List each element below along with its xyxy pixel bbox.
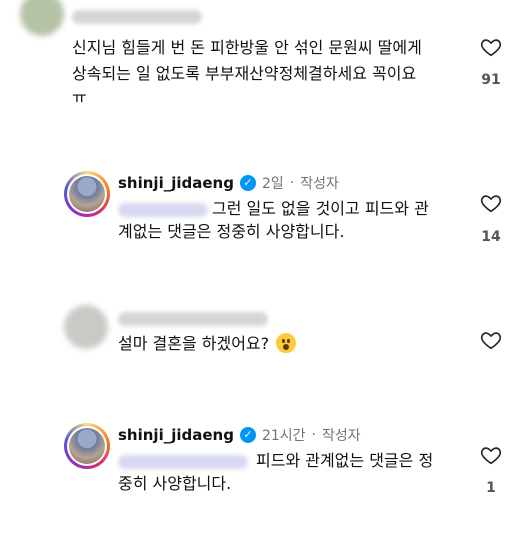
comment-text-line: 중히 사양합니다. [118,474,232,493]
heart-outline-icon[interactable] [479,36,503,58]
timestamp: 2일 [261,176,284,192]
verified-badge-icon: ✓ [239,175,256,191]
like-count: 91 [481,72,501,88]
like-count: 1 [486,480,496,496]
heart-outline-icon[interactable] [479,444,503,466]
username[interactable]: shinji_jidaeng [118,174,234,192]
comment-text-line: 신지님 힘들게 번 돈 피한방울 안 섞인 문원씨 딸에게 [72,38,422,57]
comment-text-line: ㅠ [72,88,87,107]
comment-text: 설마 결혼을 하겠어요? [118,334,270,353]
commenter-avatar[interactable] [64,305,108,349]
blurred-username [118,312,268,326]
author-avatar[interactable] [64,423,110,469]
hushed-face-emoji [276,333,297,353]
comment-header: shinji_jidaeng ✓ 2일 · 작성자 [118,173,339,193]
separator: · [289,175,295,191]
author-avatar[interactable] [64,171,110,217]
commenter-avatar[interactable] [20,0,64,36]
verified-badge-icon: ✓ [239,427,256,443]
comment-text-line: 계없는 댓글은 정중히 사양합니다. [118,222,345,241]
blurred-username [72,10,202,24]
author-label: 작성자 [300,176,339,192]
like-count: 14 [481,229,501,245]
author-label: 작성자 [321,428,361,444]
heart-outline-icon[interactable] [479,192,503,214]
blurred-mention [118,203,208,217]
timestamp: 21시간 [261,428,306,444]
comment-header: shinji_jidaeng ✓ 21시간 · 작성자 [118,425,361,445]
separator: · [311,427,316,443]
comment-text-line: 피드와 관계없는 댓글은 정 [256,451,434,470]
comment-text-line: 상속되는 일 없도록 부부재산약정체결하세요 꼭이요 [72,64,417,83]
blurred-mention [118,455,248,469]
comment-text-line: 그런 일도 없을 것이고 피드와 관 [212,199,429,218]
heart-outline-icon[interactable] [479,329,503,351]
comment-text-line: 설마 결혼을 하겠어요? [118,332,297,356]
username[interactable]: shinji_jidaeng [118,426,234,444]
